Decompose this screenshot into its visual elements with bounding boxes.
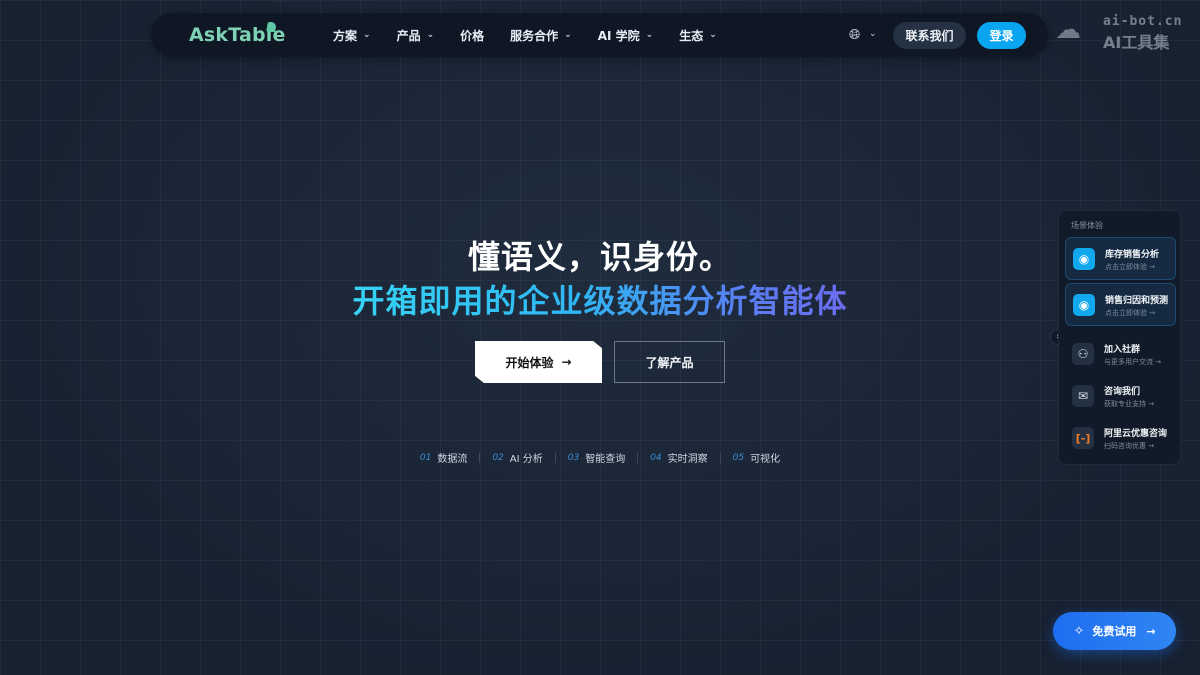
feature-label: AI 分析 xyxy=(509,454,543,465)
menu-label: AI 学院 xyxy=(597,28,640,43)
sparkle-icon: ✧ xyxy=(1073,623,1085,639)
side-item-title: 销售归因和预测 xyxy=(1105,296,1169,306)
side-panel-title: 场景体验 xyxy=(1071,221,1103,230)
main-menu: 方案 ⌄ 产品 ⌄ 价格 服务合作 ⌄ AI 学院 ⌄ 生态 ⌄ xyxy=(333,13,743,57)
feature-number: 02 xyxy=(492,452,504,463)
logo-mark-icon xyxy=(266,22,277,32)
watermark-url: ai-bot.cn xyxy=(1103,14,1183,29)
side-item-contact[interactable]: ✉ 咨询我们 获取专业支持 → xyxy=(1065,375,1176,418)
feature-item: 04 实时洞察 xyxy=(638,450,719,466)
feature-label: 智能查询 xyxy=(585,454,626,465)
start-label: 开始体验 xyxy=(505,355,554,370)
side-item-join-community[interactable]: ⚇ 加入社群 与更多用户交流 → xyxy=(1065,333,1176,376)
watermark-name: AI工具集 xyxy=(1103,33,1170,52)
eye-icon: ◉ xyxy=(1073,294,1095,316)
side-item-title: 加入社群 xyxy=(1104,345,1141,355)
mail-icon: ✉ xyxy=(1072,385,1094,407)
chevron-down-icon: ⌄ xyxy=(709,30,717,40)
login-button[interactable]: 登录 xyxy=(977,22,1026,49)
menu-item-products[interactable]: 产品 ⌄ xyxy=(397,27,435,44)
side-item-title: 阿里云优惠咨询 xyxy=(1104,429,1168,439)
menu-label: 方案 xyxy=(333,28,358,43)
chevron-down-icon: ⌄ xyxy=(645,30,654,40)
learn-product-button[interactable]: 了解产品 xyxy=(614,341,725,383)
feature-item: 02 AI 分析 xyxy=(480,450,554,466)
feature-number: 04 xyxy=(650,452,662,463)
watermark: ☁ ai-bot.cn AI工具集 xyxy=(1055,12,1195,52)
globe-icon[interactable]: 🌐︎ xyxy=(849,27,860,43)
side-item-inventory-sales[interactable]: ◉ 库存销售分析 点击立即体验 → xyxy=(1065,237,1176,280)
start-experience-button[interactable]: 开始体验 → xyxy=(475,341,602,383)
menu-label: 价格 xyxy=(460,28,485,43)
free-trial-button[interactable]: ✧ 免费试用 → xyxy=(1053,612,1176,650)
hero-title: 懂语义，识身份。 xyxy=(467,238,732,276)
feature-label: 可视化 xyxy=(750,454,781,465)
side-item-sub: 获取专业支持 → xyxy=(1104,400,1155,408)
side-item-sales-forecast[interactable]: ◉ 销售归因和预测 点击立即体验 → xyxy=(1065,283,1176,326)
menu-item-solutions[interactable]: 方案 ⌄ xyxy=(333,27,371,44)
chevron-down-icon: ⌄ xyxy=(564,30,572,40)
arrow-right-icon: → xyxy=(561,355,572,369)
side-panel: 场景体验 ◉ 库存销售分析 点击立即体验 → ◉ 销售归因和预测 点击立即体验 … xyxy=(1058,210,1181,465)
side-item-aliyun[interactable]: [-] 阿里云优惠咨询 扫码咨询优惠 → xyxy=(1065,417,1176,460)
feature-label: 数据流 xyxy=(437,454,468,465)
feature-item: 01 数据流 xyxy=(408,450,479,466)
chevron-down-icon: ⌄ xyxy=(426,30,435,40)
side-item-sub: 与更多用户交流 → xyxy=(1104,358,1162,366)
hero-subtitle-text: 开箱即用的企业级数据分析智能体 xyxy=(352,282,848,320)
menu-label: 服务合作 xyxy=(510,28,559,43)
menu-item-ai-academy[interactable]: AI 学院 ⌄ xyxy=(598,27,653,44)
menu-item-pricing[interactable]: 价格 xyxy=(460,27,484,44)
feature-number: 03 xyxy=(567,452,580,463)
side-item-sub: 点击立即体验 → xyxy=(1105,309,1156,317)
menu-item-services[interactable]: 服务合作 ⌄ xyxy=(510,27,572,44)
feature-number: 01 xyxy=(419,452,432,463)
watermark-logo-icon: ☁ xyxy=(1055,15,1081,45)
side-item-sub: 点击立即体验 → xyxy=(1105,263,1156,271)
aliyun-icon: [-] xyxy=(1072,427,1094,449)
menu-label: 生态 xyxy=(679,28,704,43)
menu-item-ecosystem[interactable]: 生态 ⌄ xyxy=(679,27,717,44)
feature-strip: 01 数据流 02 AI 分析 03 智能查询 04 实时洞察 05 可视化 xyxy=(0,450,1200,465)
side-item-title: 咨询我们 xyxy=(1104,387,1141,397)
users-icon: ⚇ xyxy=(1072,343,1094,365)
feature-label: 实时洞察 xyxy=(667,454,708,465)
feature-number: 05 xyxy=(732,452,745,463)
eye-icon: ◉ xyxy=(1073,248,1095,270)
chevron-down-icon: ⌄ xyxy=(363,30,371,40)
free-trial-label: 免费试用 xyxy=(1092,625,1137,638)
side-item-sub: 扫码咨询优惠 → xyxy=(1104,442,1155,450)
chevron-down-icon[interactable]: ⌄ xyxy=(869,29,877,39)
feature-item: 03 智能查询 xyxy=(556,450,637,466)
menu-label: 产品 xyxy=(396,28,421,43)
hero-subtitle: 开箱即用的企业级数据分析智能体 xyxy=(0,276,1200,322)
feature-item: 05 可视化 xyxy=(721,450,792,466)
side-item-title: 库存销售分析 xyxy=(1105,250,1160,260)
arrow-right-icon: → xyxy=(1146,624,1156,638)
top-nav: AskTable 方案 ⌄ 产品 ⌄ 价格 服务合作 ⌄ AI 学院 ⌄ 生态 ⌄ 🌐︎ … xyxy=(151,13,1048,57)
contact-us-button[interactable]: 联系我们 xyxy=(893,22,966,49)
